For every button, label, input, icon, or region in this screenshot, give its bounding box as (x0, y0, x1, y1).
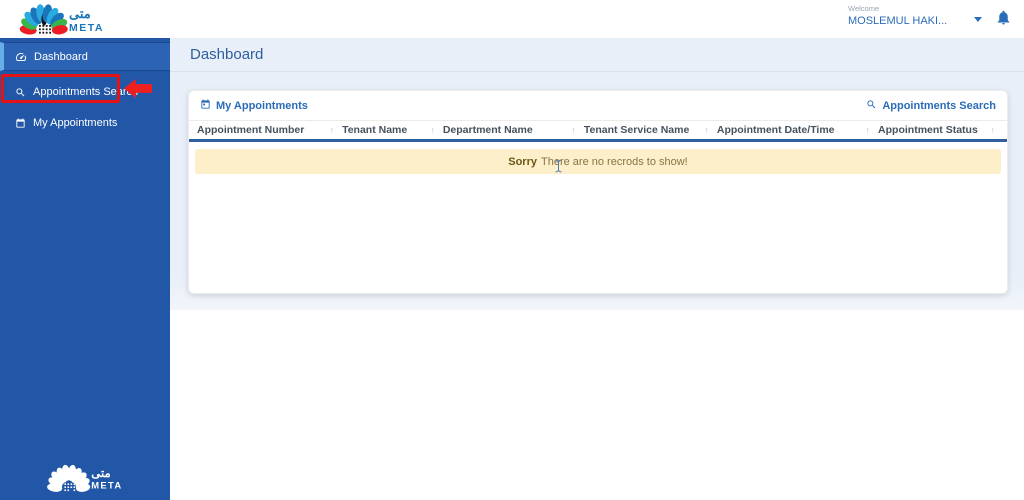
dashboard-gauge-icon (15, 51, 27, 63)
card-title: My Appointments (200, 98, 308, 113)
no-records-alert-message: There are no recrods to show! (541, 155, 688, 168)
page-title: Dashboard (190, 46, 264, 63)
search-icon (15, 87, 26, 98)
column-header-tenant-service-name[interactable]: Tenant Service Name ↑ (582, 124, 715, 136)
main-content: Dashboard My Appointments Appointments S… (170, 38, 1024, 500)
meta-logo-white-icon: متى META (47, 464, 122, 492)
content-top-panel: Dashboard My Appointments Appointments S… (170, 38, 1024, 310)
sidebar-item-label: Appointments Search (33, 86, 139, 98)
sort-up-icon[interactable]: ↑ (426, 125, 435, 135)
sidebar-item-label: My Appointments (33, 117, 118, 129)
notification-bell-icon[interactable] (995, 9, 1012, 31)
app-header: متى META Welcome MOSLEMUL HAKI... (0, 0, 1024, 38)
page-title-bar: Dashboard (170, 38, 1024, 72)
welcome-label: Welcome (848, 4, 880, 13)
sidebar-footer-logo: متى META (0, 462, 170, 494)
brand-latin: META (69, 22, 104, 34)
no-records-alert: Sorry There are no recrods to show! (195, 149, 1001, 174)
sort-up-icon[interactable]: ↑ (567, 125, 576, 135)
calendar-icon (15, 117, 26, 129)
meta-logo-icon: متى META (19, 4, 104, 35)
column-header-department-name[interactable]: Department Name ↑ (441, 124, 582, 136)
brand-arabic: متى (91, 467, 110, 480)
sidebar-item-label: Dashboard (34, 50, 88, 63)
calendar-icon (200, 98, 211, 113)
sort-up-icon[interactable]: ↑ (986, 125, 995, 135)
card-title-label: My Appointments (216, 99, 308, 112)
appointments-search-link-label: Appointments Search (882, 99, 996, 112)
my-appointments-card: My Appointments Appointments Search Appo… (188, 90, 1008, 294)
grid-header-row: Appointment Number ↑ Tenant Name ↑ Depar… (189, 121, 1007, 142)
column-header-appointment-number[interactable]: Appointment Number ↑ (195, 124, 340, 136)
column-header-appointment-status[interactable]: Appointment Status ↑ (876, 124, 1001, 136)
sort-up-icon[interactable]: ↑ (326, 125, 335, 135)
sidebar-item-appointments-search[interactable]: Appointments Search (0, 80, 170, 104)
sidebar: Dashboard Appointments Search My Appoint… (0, 38, 170, 500)
sort-up-icon[interactable]: ↑ (862, 125, 871, 135)
brand-arabic: متى (69, 6, 91, 21)
sidebar-item-dashboard[interactable]: Dashboard (0, 42, 170, 71)
column-header-appointment-datetime[interactable]: Appointment Date/Time ↑ (715, 124, 876, 136)
appointments-search-link[interactable]: Appointments Search (866, 99, 996, 113)
chevron-down-icon[interactable] (974, 17, 982, 22)
sort-up-icon[interactable]: ↑ (700, 125, 709, 135)
no-records-alert-bold: Sorry (508, 155, 537, 168)
brand-latin: META (91, 480, 122, 491)
column-header-tenant-name[interactable]: Tenant Name ↑ (340, 124, 441, 136)
card-header: My Appointments Appointments Search (189, 91, 1007, 121)
sidebar-item-my-appointments[interactable]: My Appointments (0, 111, 170, 135)
meta-logo[interactable]: متى META (14, 2, 110, 41)
search-icon (866, 99, 877, 113)
user-menu[interactable]: Welcome MOSLEMUL HAKI... (848, 4, 968, 27)
username[interactable]: MOSLEMUL HAKI... (848, 15, 968, 27)
